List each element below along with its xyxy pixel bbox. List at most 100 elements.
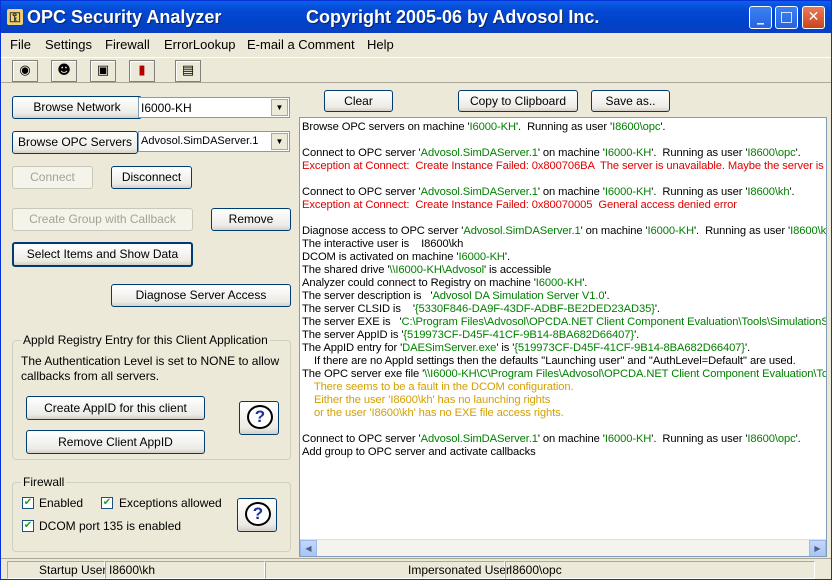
chevron-down-icon[interactable]: ▼ [271,133,288,150]
disconnect-button[interactable]: Disconnect [111,166,192,189]
menu-errorlookup[interactable]: ErrorLookup [164,37,236,52]
browse-network-button[interactable]: Browse Network [12,96,142,119]
toolbar-button-dcom[interactable]: ▣ [90,60,116,82]
firewall-group-legend: Firewall [21,475,67,489]
minimize-button[interactable]: _ [749,6,772,29]
toolbar-button-browse[interactable]: ◉ [12,60,38,82]
log-segment: '. Running as user ' [694,225,791,237]
menu-bar: File Settings Firewall ErrorLookup E-mai… [1,35,831,54]
select-items-button[interactable]: Select Items and Show Data [12,242,193,267]
exceptions-allowed-checkbox[interactable]: ✔ [101,497,113,509]
log-line: The server CLSID is '{5330F846-DA9F-43DF… [302,303,660,315]
log-segment: I6000-KH [604,433,652,445]
firewall-enabled-label: Enabled [39,496,84,510]
chevron-down-icon[interactable]: ▼ [271,99,288,116]
copyright-text: Copyright 2005-06 by Advosol Inc. [306,7,600,27]
horizontal-scrollbar[interactable]: ◀ ▶ [300,539,826,556]
log-segment: The server EXE is ' [302,316,402,328]
maximize-button[interactable]: □ [775,6,798,29]
browse-opc-servers-button[interactable]: Browse OPC Servers [12,131,138,154]
log-segment: '. [795,147,801,159]
log-segment: Exception at Connect: Create Instance Fa… [302,199,737,211]
log-segment: '. [660,121,666,133]
exceptions-allowed-label: Exceptions allowed [119,496,222,510]
log-segment: '. Running as user ' [651,433,748,445]
log-segment: Connect to OPC server ' [302,433,421,445]
copy-to-clipboard-button[interactable]: Copy to Clipboard [458,90,578,112]
person-icon: ☻ [57,63,71,78]
log-line: Exception at Connect: Create Instance Fa… [302,160,827,172]
scroll-left-icon[interactable]: ◀ [300,540,317,556]
firewall-help-button[interactable]: ? [237,498,277,532]
connect-button[interactable]: Connect [12,166,93,189]
log-line: The shared drive '\\I6000-KH\Advosol' is… [302,264,551,276]
menu-firewall[interactable]: Firewall [105,37,150,52]
log-segment: \\I6000-KH\C\Program Files\Advosol\OPCDA… [424,368,827,380]
log-segment: I6000-KH [458,251,505,263]
dcom-port-checkbox[interactable]: ✔ [22,520,34,532]
log-line: The server EXE is 'C:\Program Files\Advo… [302,316,827,328]
server-combo[interactable]: Advosol.SimDAServer.1 ▼ [138,131,290,152]
log-segment: ' is accessible [484,264,552,276]
menu-file[interactable]: File [10,37,31,52]
log-segment: '. Running as user ' [651,186,748,198]
log-segment: Exception at Connect: Create Instance Fa… [302,160,827,172]
scroll-right-icon[interactable]: ▶ [809,540,826,556]
log-segment: The server AppID is ' [302,329,404,341]
log-line: Exception at Connect: Create Instance Fa… [302,199,737,211]
title-bar[interactable]: ⚿ OPC Security Analyzer Copyright 2005-0… [1,1,831,33]
create-group-button[interactable]: Create Group with Callback [12,208,193,231]
close-button[interactable]: ✕ [802,6,825,29]
log-segment: I6000-KH [535,277,583,289]
log-segment: I6000-KH [647,225,695,237]
log-segment: I8600\kh [747,186,790,198]
impersonated-user-value: I8600\opc [505,561,815,579]
log-segment: The interactive user is I8600\kh [302,238,464,250]
log-segment: '. [504,251,510,263]
log-segment: ' on machine ' [580,225,648,237]
log-segment: '. [604,290,610,302]
clear-button[interactable]: Clear [324,90,393,112]
log-segment: '. [795,433,801,445]
status-bar: Startup User I8600\kh Impersonated User … [1,558,831,579]
eye-icon: ◉ [19,63,31,78]
menu-help[interactable]: Help [367,37,394,52]
log-line: Connect to OPC server 'Advosol.SimDAServ… [302,433,801,445]
toolbar-button-docs[interactable]: ▮ [129,60,155,82]
toolbar-button-report[interactable]: ▤ [175,60,201,82]
output-log[interactable]: Browse OPC servers on machine 'I6000-KH'… [299,117,827,557]
log-segment: Add group to OPC server and activate cal… [302,446,536,458]
diagnose-server-access-button[interactable]: Diagnose Server Access [111,284,291,307]
log-segment: I8600\opc [747,433,796,445]
log-segment: '. Running as user ' [651,147,748,159]
log-segment: Diagnose access to OPC server ' [302,225,464,237]
save-as-button[interactable]: Save as.. [591,90,670,112]
log-segment: '. [744,342,750,354]
log-segment: \\I6000-KH\Advosol [389,264,484,276]
create-appid-button[interactable]: Create AppID for this client [26,396,205,420]
menu-settings[interactable]: Settings [45,37,92,52]
firewall-enabled-checkbox[interactable]: ✔ [22,497,34,509]
log-segment: The OPC server exe file ' [302,368,425,380]
toolbar: ◉ ☻ ▣ ▮ ▤ [1,57,831,83]
log-segment: {5330F846-DA9F-43DF-ADBF-BE2DED23AD35} [414,303,655,315]
remove-button[interactable]: Remove [211,208,291,231]
log-segment: '. [654,303,660,315]
log-segment: {519973CF-D45F-41CF-9B14-8BA682D66407} [514,342,745,354]
toolbar-button-user[interactable]: ☻ [51,60,77,82]
log-segment: Advosol.SimDAServer.1 [463,225,581,237]
appid-help-button[interactable]: ? [239,401,279,435]
log-segment: I6000-KH [604,186,652,198]
monitor-icon: ▣ [96,63,110,78]
remove-client-appid-button[interactable]: Remove Client AppID [26,430,205,454]
menu-email-comment[interactable]: E-mail a Comment [247,37,355,52]
log-line: If there are no AppId settings then the … [302,355,796,367]
server-value: Advosol.SimDAServer.1 [141,135,259,147]
log-segment: The server description is ' [302,290,433,302]
window-title: OPC Security Analyzer [27,7,222,27]
log-segment: C:\Program Files\Advosol\OPCDA.NET Clien… [401,316,827,328]
log-segment: ' on machine ' [537,186,605,198]
log-segment: Advosol DA Simulation Server V1.0 [432,290,605,302]
report-icon: ▤ [181,63,195,78]
machine-combo[interactable]: I6000-KH ▼ [138,97,290,118]
